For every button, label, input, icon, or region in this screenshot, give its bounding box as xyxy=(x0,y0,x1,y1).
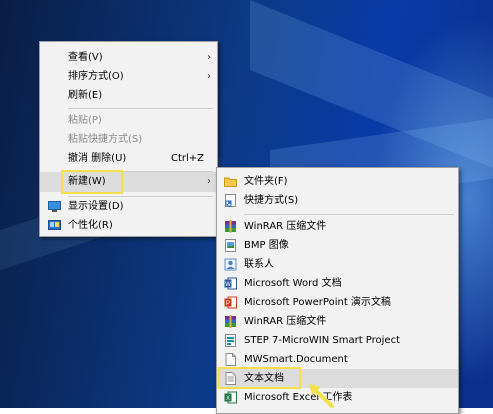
folder-icon xyxy=(224,175,237,188)
powerpoint-icon: P xyxy=(224,296,237,309)
word-icon: W xyxy=(224,277,237,290)
new-item-bmp-image[interactable]: BMP 图像 xyxy=(217,236,458,255)
menu-item-paste: 粘贴(P) xyxy=(68,115,102,126)
new-item-powerpoint[interactable]: P Microsoft PowerPoint 演示文稿 xyxy=(217,293,458,312)
menu-item-paste-shortcut: 粘贴快捷方式(S) xyxy=(68,134,143,145)
highlight-annotation-box xyxy=(218,367,301,389)
highlight-annotation-box xyxy=(61,170,123,194)
annotation-arrow-icon xyxy=(309,384,334,408)
bmp-image-icon xyxy=(224,239,237,252)
excel-icon: X xyxy=(224,391,237,404)
shortcut-icon xyxy=(224,194,237,207)
new-item-folder[interactable]: 文件夹(F) xyxy=(217,172,458,191)
personalize-icon xyxy=(48,219,61,232)
menu-item-display-settings[interactable]: 显示设置(D) xyxy=(40,197,217,216)
svg-text:P: P xyxy=(226,301,230,307)
new-item-winrar-2[interactable]: WinRAR 压缩文件 xyxy=(217,312,458,331)
svg-text:X: X xyxy=(226,396,230,402)
new-item-winrar[interactable]: WinRAR 压缩文件 xyxy=(217,217,458,236)
contact-icon xyxy=(224,258,237,271)
menu-item-sort-by[interactable]: 排序方式(O) › xyxy=(40,67,217,86)
chevron-right-icon: › xyxy=(207,52,211,63)
menu-item-refresh[interactable]: 刷新(E) xyxy=(40,86,217,105)
desktop-context-menu: 查看(V) › 排序方式(O) › 刷新(E) 粘贴(P) 粘贴快捷方式(S) … xyxy=(39,41,218,237)
display-settings-icon xyxy=(48,200,61,213)
new-item-contact[interactable]: 联系人 xyxy=(217,255,458,274)
new-item-excel-worksheet[interactable]: X Microsoft Excel 工作表 xyxy=(217,388,458,407)
menu-separator xyxy=(244,214,454,215)
chevron-right-icon: › xyxy=(207,71,211,82)
winrar-icon xyxy=(224,220,237,233)
menu-item-personalize[interactable]: 个性化(R) xyxy=(40,216,217,235)
chevron-right-icon: › xyxy=(207,176,211,187)
new-item-word-document[interactable]: W Microsoft Word 文档 xyxy=(217,274,458,293)
new-item-shortcut[interactable]: 快捷方式(S) xyxy=(217,191,458,210)
winrar-icon xyxy=(224,315,237,328)
document-icon xyxy=(224,353,237,366)
menu-separator xyxy=(68,108,213,109)
shortcut-label: Ctrl+Z xyxy=(170,153,204,164)
menu-item-view[interactable]: 查看(V) › xyxy=(40,48,217,67)
menu-item-undo-delete[interactable]: 撤消 删除(U) Ctrl+Z xyxy=(40,149,217,168)
new-submenu: 文件夹(F) 快捷方式(S) WinRAR 压缩文件 BMP 图像 联系人 W … xyxy=(216,167,459,414)
new-item-step7-project[interactable]: STEP 7-MicroWIN Smart Project xyxy=(217,331,458,350)
step7-project-icon xyxy=(224,334,237,347)
svg-text:W: W xyxy=(225,282,231,288)
